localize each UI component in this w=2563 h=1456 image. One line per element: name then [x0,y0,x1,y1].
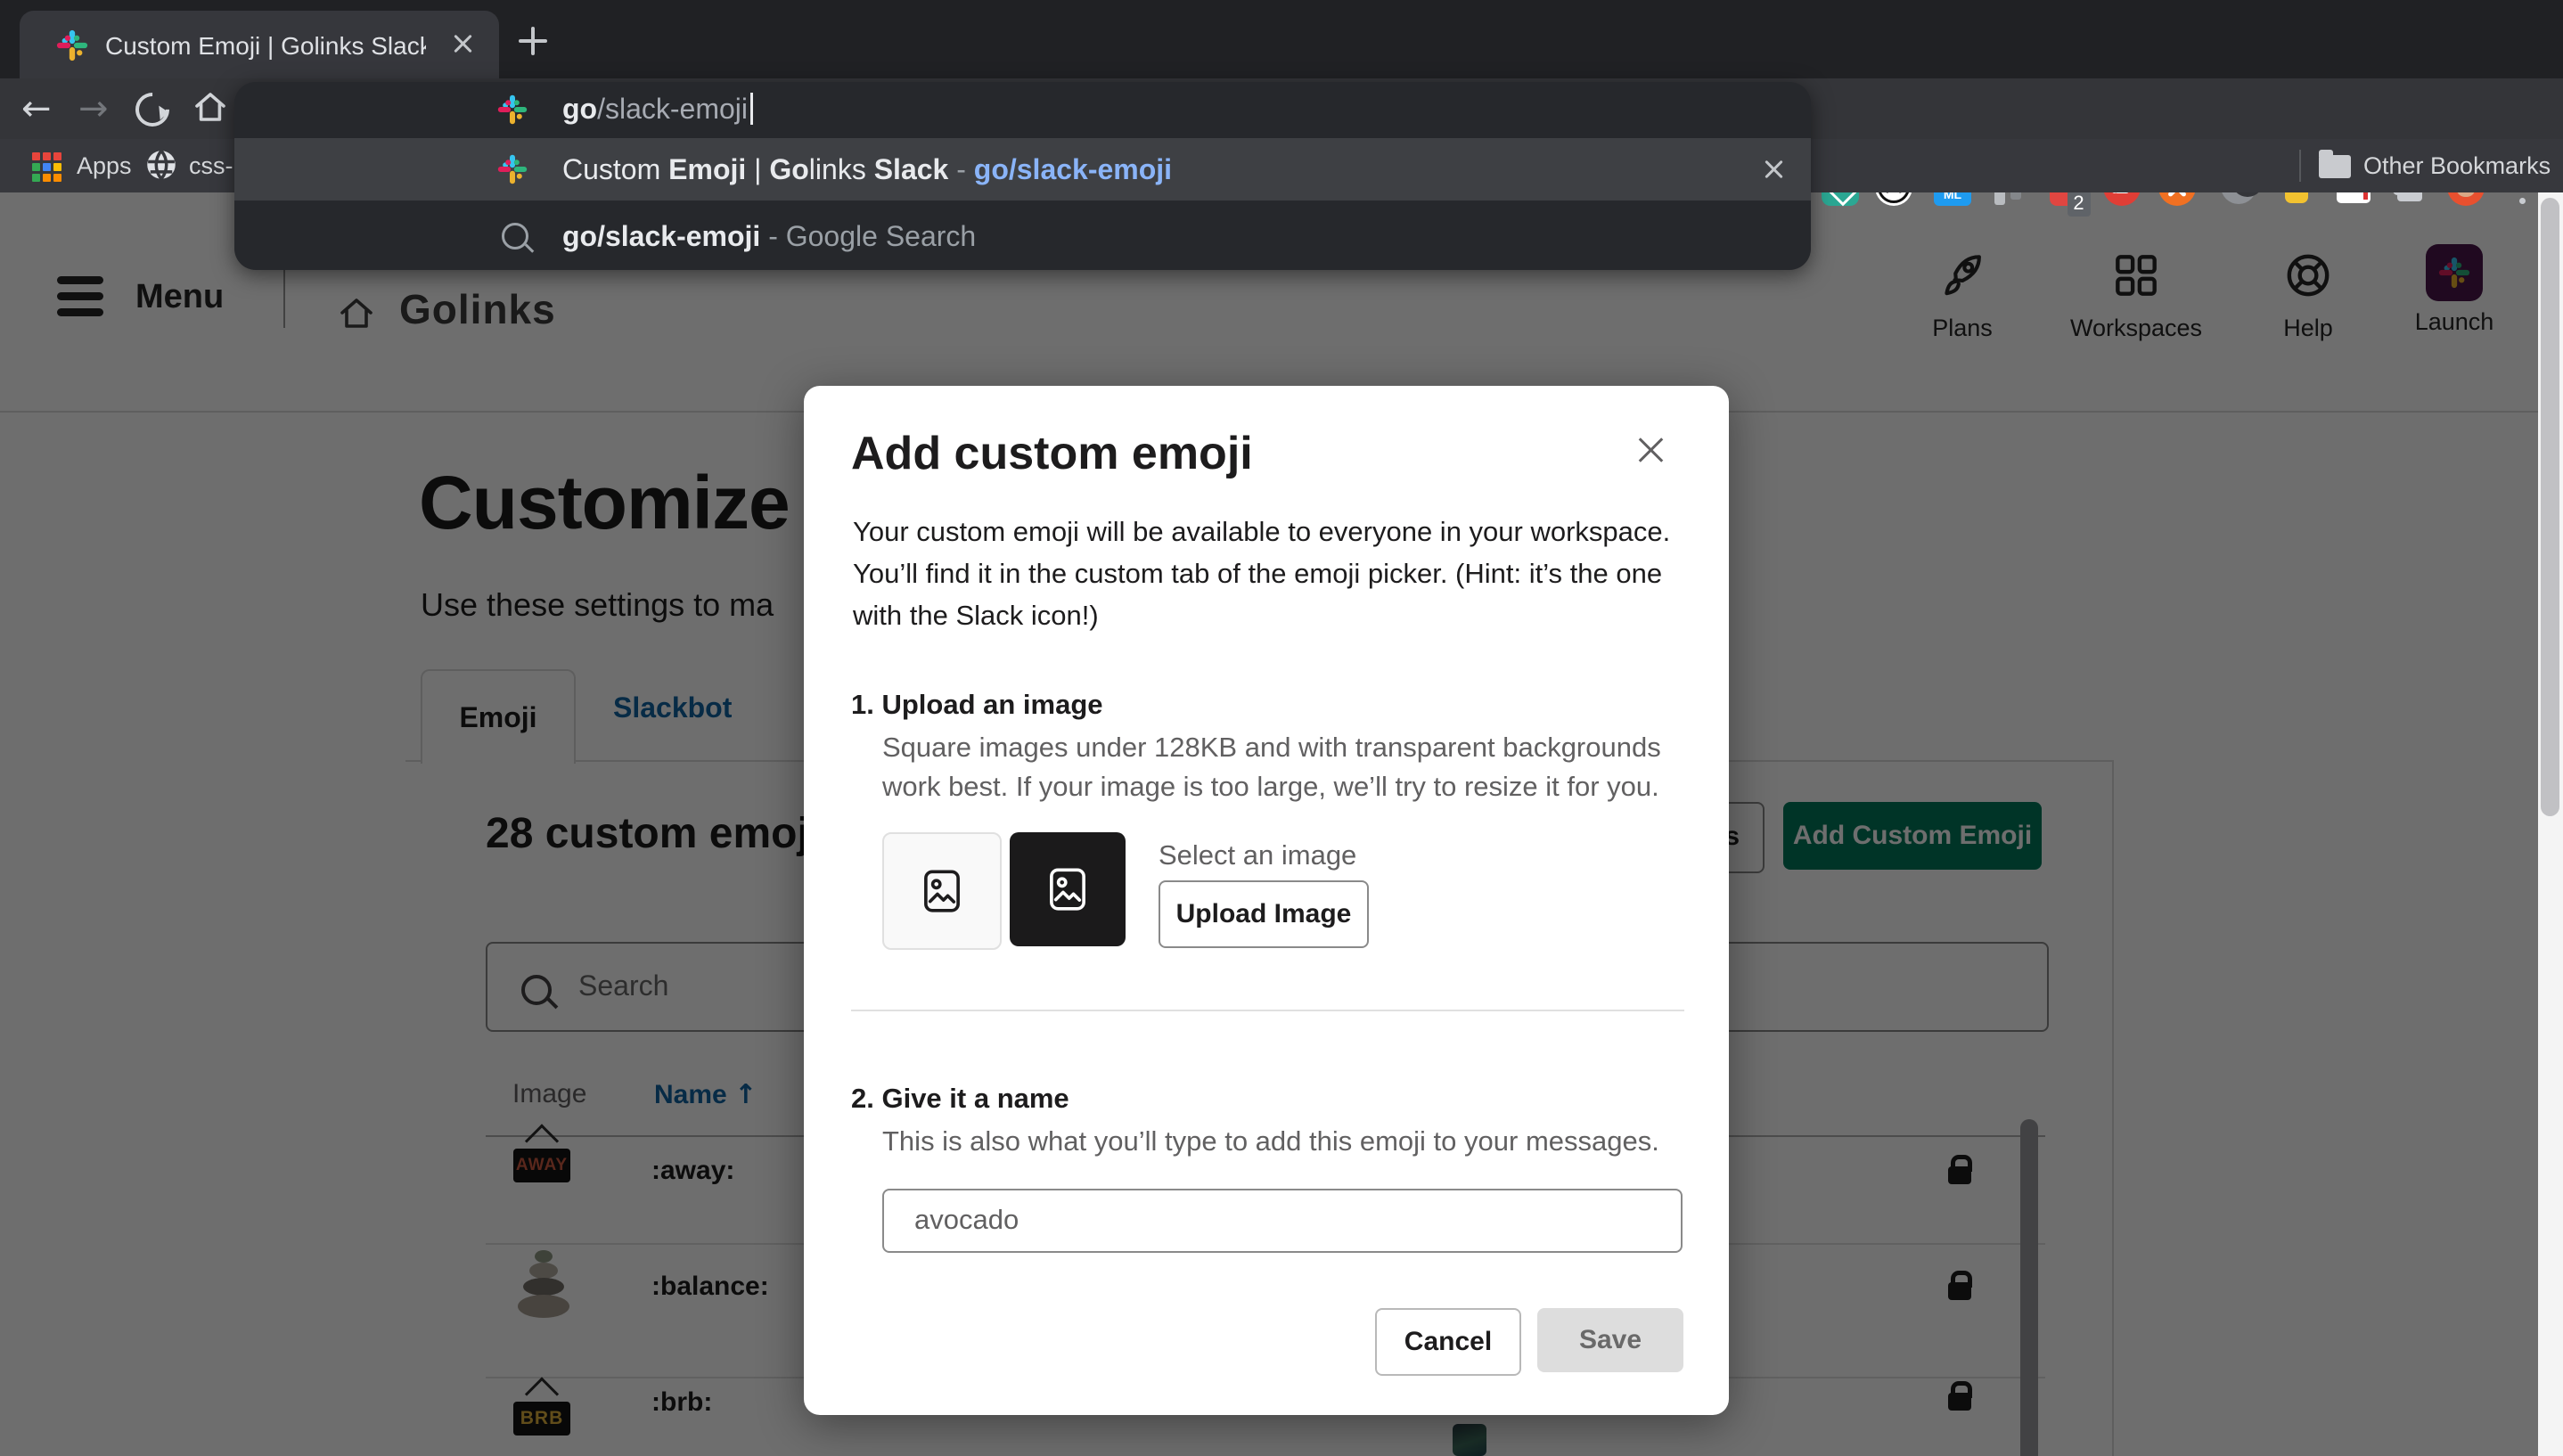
emoji-preview-light [882,832,1002,950]
emoji-preview-dark [1010,832,1126,946]
emoji-name-input[interactable] [913,1190,1656,1249]
select-image-label: Select an image [1159,836,1356,875]
modal-divider [851,1010,1684,1011]
modal-intro-text: Your custom emoji will be available to e… [853,511,1682,636]
save-button[interactable]: Save [1537,1308,1683,1372]
cancel-button[interactable]: Cancel [1375,1308,1521,1376]
folder-icon [2319,155,2351,178]
image-placeholder-icon [1042,863,1093,915]
add-custom-emoji-modal: Add custom emoji Your custom emoji will … [804,386,1729,1415]
apps-grid-icon[interactable] [32,152,61,182]
home-icon[interactable] [189,86,232,128]
text-cursor [750,93,753,125]
omnibox-input-row[interactable]: go/slack-emoji [234,82,1811,138]
slack-favicon [55,29,89,62]
step2-title: 2. Give it a name [851,1083,1069,1115]
forward-icon[interactable]: → [78,91,109,127]
modal-close-icon[interactable] [1633,432,1668,468]
browser-scrollbar-thumb[interactable] [2541,198,2559,816]
bookmark-css[interactable]: css-l [189,152,239,180]
step2-description: This is also what you’ll type to add thi… [882,1122,1684,1161]
browser-scrollbar-track[interactable] [2538,192,2563,1456]
image-placeholder-icon [916,865,968,917]
tab-title: Custom Emoji | Golinks Slack [105,32,426,61]
reload-icon[interactable] [128,86,176,134]
suggestion-dismiss-icon[interactable] [1760,156,1787,183]
upload-image-button[interactable]: Upload Image [1159,880,1369,948]
back-icon[interactable]: ← [21,91,52,127]
new-tab-icon[interactable] [517,25,549,57]
bookmarks-separator [2299,150,2301,182]
step1-title: 1. Upload an image [851,689,1103,721]
browser-window: Menu Golinks Plans [0,0,2563,1456]
globe-icon [143,146,180,184]
slack-favicon [496,153,528,185]
suggestion-url: go/slack-emoji [974,153,1172,185]
extension-badge: 2 [2068,190,2091,217]
modal-title: Add custom emoji [851,427,1253,480]
bookmark-apps[interactable]: Apps [77,152,132,180]
tab-close-icon[interactable] [449,30,476,57]
emoji-name-field [882,1189,1683,1253]
step1-description: Square images under 128KB and with trans… [882,728,1666,806]
other-bookmarks[interactable]: Other Bookmarks [2363,152,2551,180]
search-icon [502,223,528,249]
suggestion-site[interactable]: Custom Emoji | Golinks Slack - go/slack-… [234,138,1811,200]
omnibox-typed-text: go [562,93,597,125]
suggestion-search[interactable]: go/slack-emoji - Google Search [234,200,1811,270]
omnibox-dropdown: go/slack-emoji Custom Emoji | Golinks Sl… [234,82,1811,270]
browser-tab[interactable]: Custom Emoji | Golinks Slack [20,11,499,78]
slack-favicon [496,94,528,126]
